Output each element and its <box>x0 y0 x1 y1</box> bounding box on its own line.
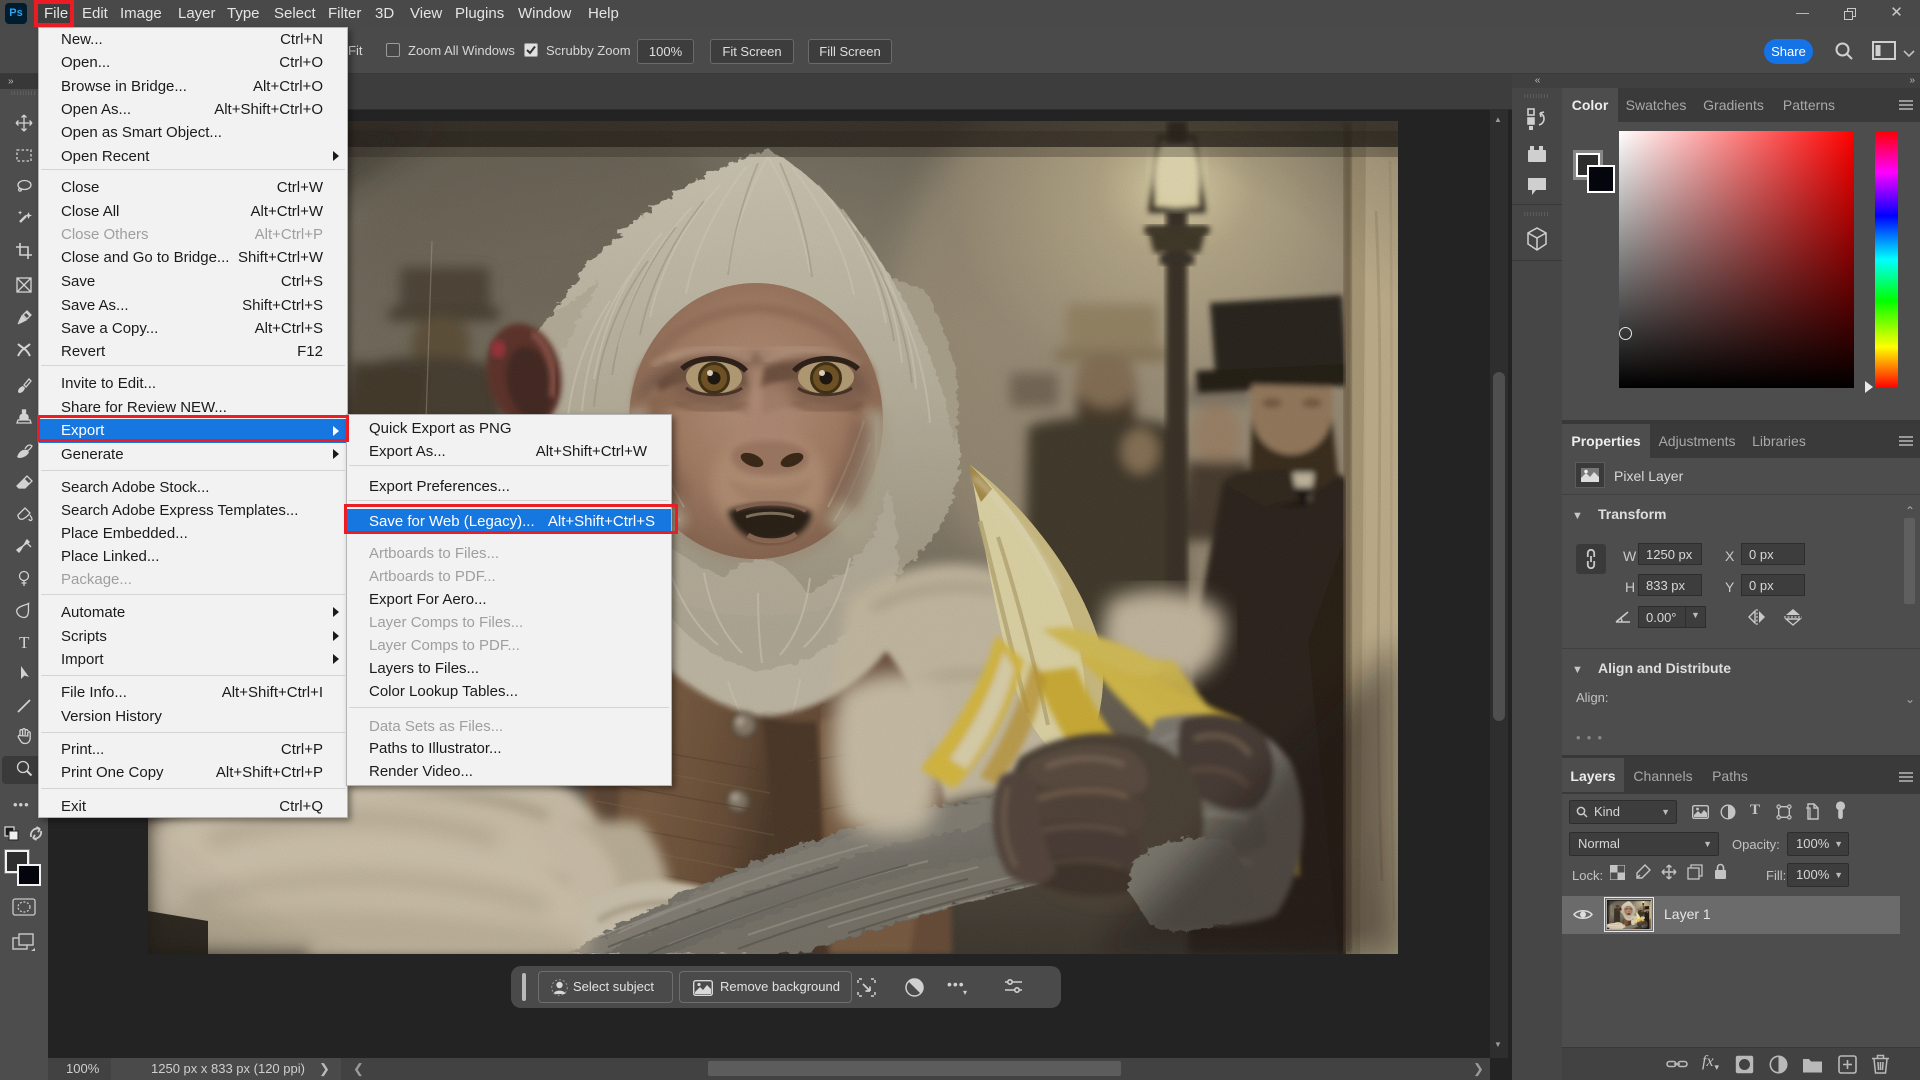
svg-text:T: T <box>19 633 30 651</box>
